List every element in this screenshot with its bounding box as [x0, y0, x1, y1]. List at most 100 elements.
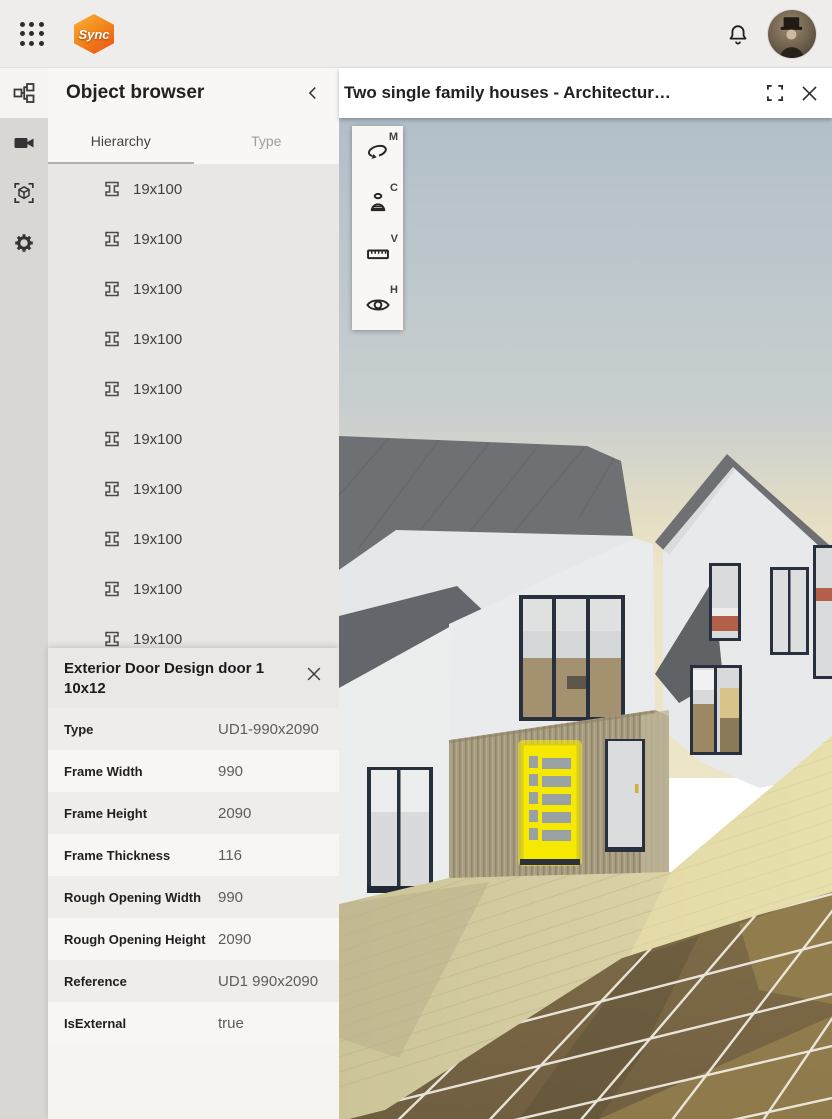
- sync-logo-text: Sync: [78, 27, 109, 42]
- camera-icon: [12, 131, 36, 155]
- property-row: Rough Opening Height 2090: [48, 918, 339, 960]
- properties-header: Exterior Door Design door 1 10x12: [48, 648, 339, 708]
- object-list-item[interactable]: 19x100: [48, 414, 339, 464]
- object-list-item[interactable]: 19x100: [48, 164, 339, 214]
- beam-profile-icon: [102, 229, 122, 249]
- property-row: Frame Width 990: [48, 750, 339, 792]
- object-list-item[interactable]: 19x100: [48, 564, 339, 614]
- chevron-left-icon: [310, 88, 315, 99]
- object-list-item-label: 19x100: [133, 631, 182, 648]
- object-browser-tabs: Hierarchy Type: [48, 118, 339, 164]
- property-value: 990: [218, 763, 243, 780]
- visibility-button[interactable]: H: [352, 279, 403, 330]
- beam-profile-icon: [102, 279, 122, 299]
- top-bar: Sync: [0, 0, 832, 68]
- property-value: UD1 990x2090: [218, 973, 318, 990]
- object-list-item-label: 19x100: [133, 331, 182, 348]
- object-list-item-label: 19x100: [133, 231, 182, 248]
- fullscreen-button[interactable]: [758, 76, 792, 110]
- window-left: [367, 767, 433, 893]
- window-centre: [519, 595, 625, 721]
- notifications-bell-icon[interactable]: [726, 22, 750, 46]
- scene-toolbar: M C V: [352, 126, 403, 330]
- beam-profile-icon: [102, 529, 122, 549]
- object-browser-title: Object browser: [48, 82, 297, 104]
- object-list-item[interactable]: 19x100: [48, 264, 339, 314]
- property-value: UD1-990x2090: [218, 721, 319, 738]
- app-grid-icon[interactable]: [18, 20, 46, 48]
- property-row: Reference UD1 990x2090: [48, 960, 339, 1002]
- collapse-panel-button[interactable]: [297, 76, 331, 110]
- object-list-item[interactable]: 19x100: [48, 214, 339, 264]
- beam-profile-icon: [102, 329, 122, 349]
- object-list-item[interactable]: 19x100: [48, 464, 339, 514]
- hierarchy-icon: [12, 81, 36, 105]
- property-value: 116: [218, 847, 242, 864]
- beam-profile-icon: [102, 379, 122, 399]
- orbit-mode-button[interactable]: M: [352, 126, 403, 177]
- gear-icon: [12, 231, 36, 255]
- app-window: Sync: [0, 0, 832, 1119]
- sidebar-item-settings[interactable]: [0, 218, 48, 268]
- beam-profile-icon: [102, 629, 122, 649]
- object-list-item-label: 19x100: [133, 431, 182, 448]
- property-label: Rough Opening Height: [64, 932, 218, 947]
- object-list-item-label: 19x100: [133, 181, 182, 198]
- beam-profile-icon: [102, 579, 122, 599]
- tab-type[interactable]: Type: [194, 118, 340, 164]
- left-toolbar: [0, 68, 48, 1119]
- close-viewport-button[interactable]: [792, 76, 826, 110]
- ruler-icon: [365, 241, 391, 267]
- property-label: Frame Height: [64, 806, 218, 821]
- property-value: 2090: [218, 805, 251, 822]
- 3d-scene[interactable]: [339, 118, 832, 1119]
- object-list-item[interactable]: 19x100: [48, 314, 339, 364]
- person-icon: [365, 190, 391, 216]
- model-viewport: Two single family houses - Architectur… …: [339, 68, 832, 1119]
- cube-scan-icon: [12, 181, 36, 205]
- property-label: Reference: [64, 974, 218, 989]
- eye-icon: [365, 292, 391, 318]
- close-properties-button[interactable]: [299, 659, 329, 689]
- properties-rows: Type UD1-990x2090 Frame Width 990 Frame …: [48, 708, 339, 1044]
- user-avatar[interactable]: [768, 10, 816, 58]
- property-row: Rough Opening Width 990: [48, 876, 339, 918]
- property-row: IsExternal true: [48, 1002, 339, 1044]
- beam-profile-icon: [102, 479, 122, 499]
- measure-button[interactable]: V: [352, 228, 403, 279]
- selected-door[interactable]: [520, 743, 580, 865]
- properties-title: Exterior Door Design door 1 10x12: [64, 657, 299, 699]
- object-list-item-label: 19x100: [133, 481, 182, 498]
- close-icon: [802, 86, 815, 99]
- property-row: Frame Height 2090: [48, 792, 339, 834]
- property-value: 2090: [218, 931, 251, 948]
- property-label: IsExternal: [64, 1016, 218, 1031]
- property-label: Type: [64, 722, 218, 737]
- property-row: Frame Thickness 116: [48, 834, 339, 876]
- 3d-scene-area: M C V: [339, 118, 832, 1119]
- viewport-title: Two single family houses - Architectur…: [339, 83, 758, 103]
- property-value: true: [218, 1015, 244, 1032]
- property-row: Type UD1-990x2090: [48, 708, 339, 750]
- object-list-item-label: 19x100: [133, 531, 182, 548]
- object-list-item-label: 19x100: [133, 381, 182, 398]
- property-value: 990: [218, 889, 243, 906]
- object-list-item[interactable]: 19x100: [48, 364, 339, 414]
- object-list-item-label: 19x100: [133, 281, 182, 298]
- sidebar-item-model-tree[interactable]: [0, 68, 48, 118]
- walk-mode-button[interactable]: C: [352, 177, 403, 228]
- orbit-icon: [365, 139, 391, 165]
- sidebar-item-3d-objects[interactable]: [0, 168, 48, 218]
- property-label: Rough Opening Width: [64, 890, 218, 905]
- tab-hierarchy[interactable]: Hierarchy: [48, 118, 194, 164]
- beam-profile-icon: [102, 179, 122, 199]
- property-label: Frame Thickness: [64, 848, 218, 863]
- property-label: Frame Width: [64, 764, 218, 779]
- object-list-item-label: 19x100: [133, 581, 182, 598]
- sync-logo[interactable]: Sync: [74, 14, 114, 54]
- sidebar-item-views[interactable]: [0, 118, 48, 168]
- close-icon: [308, 668, 320, 680]
- object-list-item[interactable]: 19x100: [48, 514, 339, 564]
- object-browser-header: Object browser: [48, 68, 339, 118]
- properties-panel: Exterior Door Design door 1 10x12 Type U…: [48, 648, 339, 1119]
